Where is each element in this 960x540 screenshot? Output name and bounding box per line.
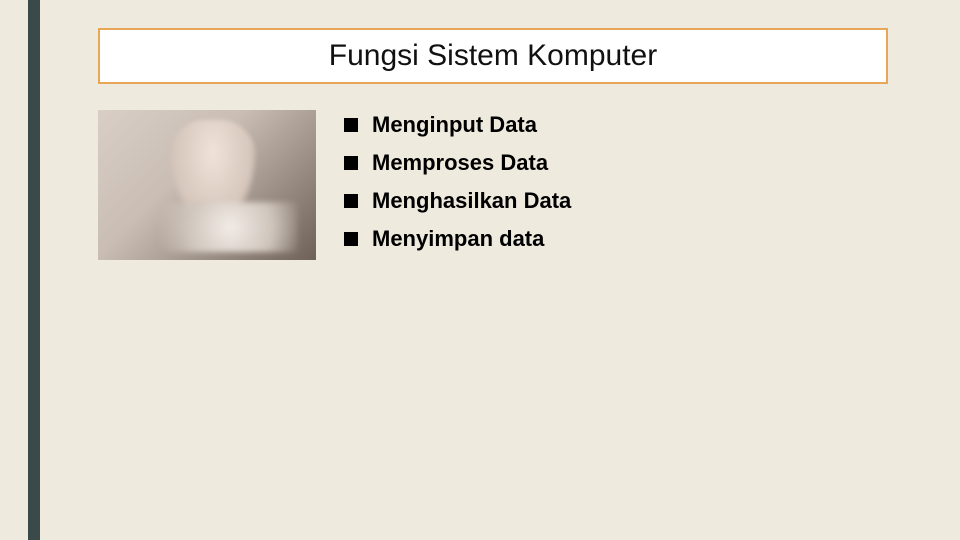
list-item: Menginput Data: [344, 112, 571, 138]
list-item: Menghasilkan Data: [344, 188, 571, 214]
square-bullet-icon: [344, 118, 358, 132]
title-box: Fungsi Sistem Komputer: [98, 28, 888, 84]
square-bullet-icon: [344, 194, 358, 208]
bullet-text: Menginput Data: [372, 112, 537, 138]
bullet-text: Menghasilkan Data: [372, 188, 571, 214]
slide-title: Fungsi Sistem Komputer: [329, 39, 657, 73]
list-item: Memproses Data: [344, 150, 571, 176]
square-bullet-icon: [344, 232, 358, 246]
accent-bar: [28, 0, 40, 540]
bullet-list: Menginput Data Memproses Data Menghasilk…: [344, 110, 571, 264]
bullet-text: Memproses Data: [372, 150, 548, 176]
bullet-text: Menyimpan data: [372, 226, 544, 252]
photo-keyboard-user: [98, 110, 316, 260]
square-bullet-icon: [344, 156, 358, 170]
content-row: Menginput Data Memproses Data Menghasilk…: [98, 110, 571, 264]
list-item: Menyimpan data: [344, 226, 571, 252]
